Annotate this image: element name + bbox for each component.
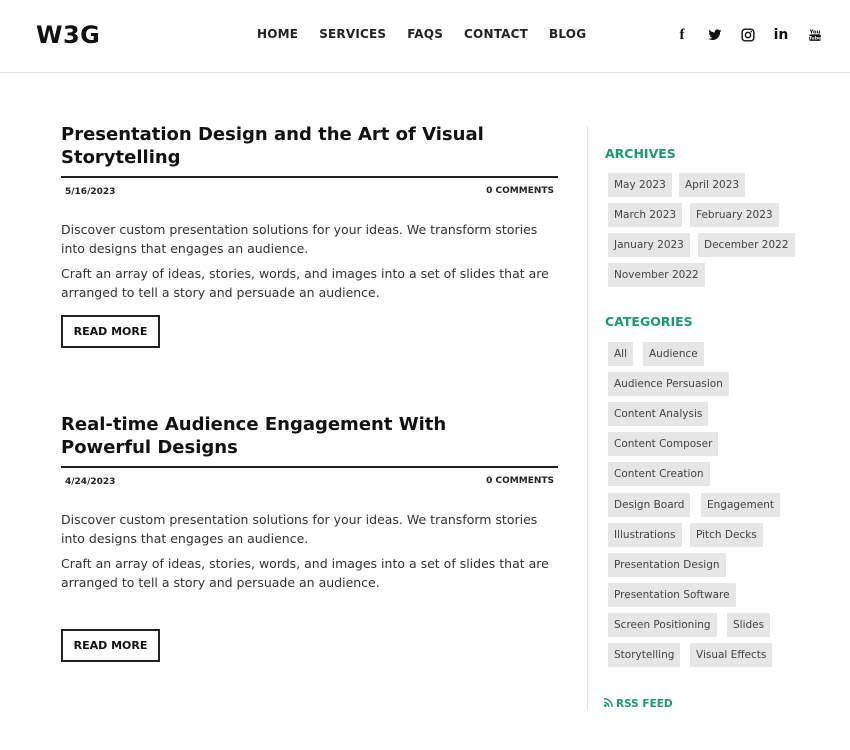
archive-link[interactable]: January 2023 bbox=[608, 233, 690, 257]
archives-heading: ARCHIVES bbox=[605, 146, 676, 161]
category-link[interactable]: Audience bbox=[643, 342, 704, 366]
instagram-icon[interactable] bbox=[740, 27, 756, 43]
post-excerpt: Craft an array of ideas, stories, words,… bbox=[61, 266, 549, 300]
post-comments-link[interactable]: 0 COMMENTS bbox=[486, 476, 554, 486]
svg-text:Tube: Tube bbox=[809, 36, 821, 42]
post-date: 4/24/2023 bbox=[65, 477, 116, 487]
rss-feed-link[interactable]: RSS FEED bbox=[604, 698, 673, 710]
post-excerpt: Discover custom presentation solutions f… bbox=[61, 512, 538, 546]
category-link[interactable]: Content Composer bbox=[608, 432, 719, 456]
post-excerpt: Craft an array of ideas, stories, words,… bbox=[61, 556, 549, 590]
rss-feed-label: RSS FEED bbox=[616, 698, 673, 710]
nav-services[interactable]: SERVICES bbox=[319, 27, 386, 41]
category-link[interactable]: Illustrations bbox=[608, 523, 682, 547]
category-link[interactable]: All bbox=[608, 342, 634, 366]
sidebar-divider bbox=[587, 126, 588, 710]
rss-icon bbox=[604, 698, 613, 710]
archive-link[interactable]: February 2023 bbox=[690, 203, 779, 227]
category-link[interactable]: Content Creation bbox=[608, 462, 710, 486]
nav-blog[interactable]: BLOG bbox=[549, 27, 586, 41]
read-more-button[interactable]: READ MORE bbox=[61, 629, 160, 662]
category-link[interactable]: Screen Positioning bbox=[608, 613, 717, 637]
nav-faqs[interactable]: FAQS bbox=[407, 27, 443, 41]
facebook-icon[interactable]: f bbox=[674, 27, 690, 43]
post-meta: 4/24/2023 0 COMMENTS bbox=[61, 466, 558, 488]
category-link[interactable]: Design Board bbox=[608, 493, 691, 517]
categories-heading: CATEGORIES bbox=[605, 314, 693, 329]
nav-home[interactable]: HOME bbox=[257, 27, 298, 41]
site-logo[interactable]: W3G bbox=[36, 21, 100, 49]
archive-link[interactable]: March 2023 bbox=[608, 203, 683, 227]
category-link[interactable]: Presentation Design bbox=[608, 553, 726, 577]
archive-link[interactable]: December 2022 bbox=[698, 233, 795, 257]
blog-post: Presentation Design and the Art of Visua… bbox=[61, 123, 558, 302]
category-link[interactable]: Pitch Decks bbox=[690, 523, 763, 547]
post-meta: 5/16/2023 0 COMMENTS bbox=[61, 176, 558, 198]
category-link[interactable]: Audience Persuasion bbox=[608, 372, 729, 396]
site-header: W3G HOME SERVICES FAQS CONTACT BLOG f in… bbox=[0, 0, 850, 73]
category-link[interactable]: Presentation Software bbox=[608, 583, 736, 607]
archive-link[interactable]: November 2022 bbox=[608, 263, 705, 287]
archive-link[interactable]: May 2023 bbox=[608, 173, 672, 197]
youtube-icon[interactable]: You Tube bbox=[807, 27, 823, 43]
svg-text:You: You bbox=[809, 29, 821, 35]
post-title[interactable]: Real-time Audience Engagement With Power… bbox=[61, 413, 531, 459]
read-more-button[interactable]: READ MORE bbox=[61, 315, 160, 348]
post-title[interactable]: Presentation Design and the Art of Visua… bbox=[61, 123, 558, 169]
twitter-icon[interactable] bbox=[707, 27, 723, 43]
post-excerpt: Discover custom presentation solutions f… bbox=[61, 222, 538, 256]
blog-post: Real-time Audience Engagement With Power… bbox=[61, 413, 558, 592]
category-link[interactable]: Content Analysis bbox=[608, 402, 709, 426]
post-comments-link[interactable]: 0 COMMENTS bbox=[486, 186, 554, 196]
category-link[interactable]: Engagement bbox=[701, 493, 780, 517]
nav-contact[interactable]: CONTACT bbox=[464, 27, 528, 41]
archive-link[interactable]: April 2023 bbox=[679, 173, 746, 197]
category-link[interactable]: Slides bbox=[727, 613, 771, 637]
linkedin-icon[interactable]: in bbox=[773, 27, 789, 43]
main-nav: HOME SERVICES FAQS CONTACT BLOG bbox=[257, 27, 606, 41]
category-link[interactable]: Storytelling bbox=[608, 643, 681, 667]
post-date: 5/16/2023 bbox=[65, 187, 116, 197]
category-link[interactable]: Visual Effects bbox=[690, 643, 773, 667]
